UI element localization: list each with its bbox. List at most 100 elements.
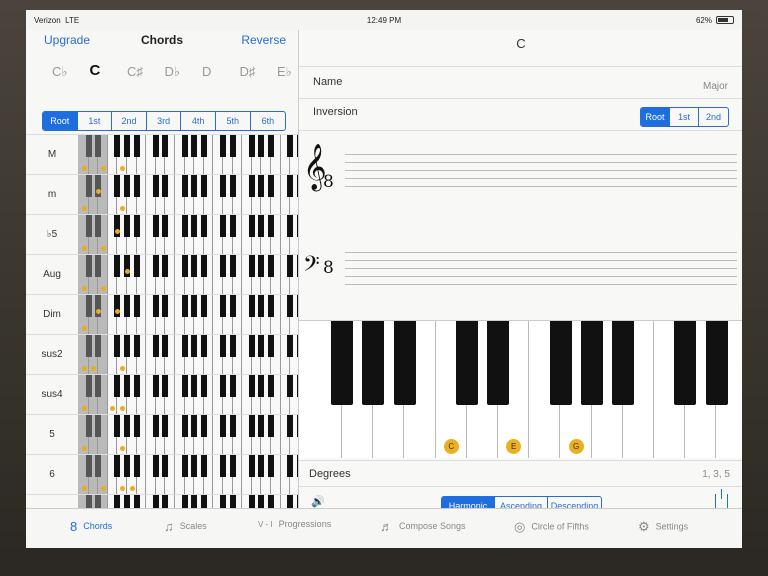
- bass-staff: [345, 252, 737, 292]
- black-key: [200, 415, 207, 437]
- black-key: [124, 455, 130, 477]
- note-option[interactable]: D: [202, 64, 211, 79]
- chord-row[interactable]: M: [26, 134, 298, 175]
- chord-row[interactable]: ♭5: [26, 214, 298, 255]
- note-dot: [81, 166, 87, 171]
- black-key: [268, 135, 274, 157]
- tab-settings[interactable]: ⚙ Settings: [638, 519, 688, 535]
- tab-circle-of-fifths[interactable]: ◎ Circle of Fifths: [514, 519, 589, 535]
- black-key: [133, 175, 140, 197]
- piano-keyboard[interactable]: CEG: [299, 320, 742, 458]
- black-key: [200, 495, 207, 508]
- piano-black-key[interactable]: [549, 321, 572, 405]
- mini-keyboard: [78, 175, 298, 215]
- segment-2nd[interactable]: 2nd: [112, 112, 147, 130]
- black-key: [85, 375, 92, 397]
- chord-row[interactable]: sus4: [26, 374, 298, 415]
- black-key: [220, 375, 226, 397]
- black-key: [200, 255, 207, 277]
- black-key: [220, 455, 226, 477]
- black-key: [258, 215, 265, 237]
- black-key: [181, 375, 188, 397]
- divider: [299, 66, 742, 67]
- bass-chord-notes: 8: [323, 258, 334, 278]
- reverse-button[interactable]: Reverse: [241, 33, 286, 47]
- segment-4th[interactable]: 4th: [181, 112, 216, 130]
- tab-compose-songs[interactable]: ♬ Compose Songs: [380, 519, 466, 534]
- note-option[interactable]: C♭: [52, 64, 68, 80]
- black-key: [114, 495, 121, 508]
- black-key: [229, 415, 236, 437]
- black-key: [229, 455, 236, 477]
- chord-row[interactable]: m6: [26, 494, 298, 508]
- segment-1st[interactable]: 1st: [670, 108, 699, 126]
- mini-keyboard: [78, 415, 298, 455]
- note-dot: [124, 269, 130, 274]
- black-key: [248, 175, 255, 197]
- divider: [299, 460, 742, 461]
- chord-row[interactable]: Dim: [26, 294, 298, 335]
- note-dot: [114, 229, 120, 234]
- black-key: [287, 455, 294, 477]
- piano-black-key[interactable]: [580, 321, 603, 405]
- black-key: [95, 215, 102, 237]
- piano-black-key[interactable]: [331, 321, 354, 405]
- black-key: [220, 175, 226, 197]
- segment-1st[interactable]: 1st: [78, 112, 113, 130]
- speaker-icon[interactable]: 🔊: [311, 495, 325, 508]
- note-option[interactable]: D♯: [240, 64, 256, 79]
- piano-black-key[interactable]: [674, 321, 697, 405]
- note-option[interactable]: C: [90, 62, 101, 79]
- root-note-picker: C♭ C C♯ D♭ D D♯ E♭: [26, 62, 298, 86]
- tab-scales[interactable]: ♫ Scales: [164, 519, 207, 534]
- piano-black-key[interactable]: [393, 321, 416, 405]
- black-key: [229, 215, 236, 237]
- note-dot: [100, 486, 106, 491]
- chord-list-pane: Upgrade Chords Reverse C♭ C C♯ D♭ D D♯ E♭ Root…: [26, 30, 298, 508]
- piano-black-key[interactable]: [705, 321, 728, 405]
- black-key: [229, 375, 236, 397]
- chord-row[interactable]: 5: [26, 414, 298, 455]
- black-key: [85, 495, 92, 508]
- note-option[interactable]: E♭: [277, 64, 292, 80]
- black-key: [124, 215, 130, 237]
- chord-row[interactable]: m: [26, 174, 298, 215]
- black-key: [287, 375, 294, 397]
- segment-root[interactable]: Root: [43, 112, 78, 130]
- piano-note-marker: C: [443, 439, 459, 454]
- navigation-bar: Upgrade Chords Reverse: [26, 30, 298, 58]
- inversion-selector: Root 1st 2nd: [640, 107, 729, 127]
- black-key: [268, 175, 274, 197]
- tab-chords[interactable]: 8 Chords: [70, 519, 112, 534]
- tab-label: Scales: [179, 520, 207, 531]
- mini-keyboard: [78, 255, 298, 295]
- note-dot: [100, 166, 106, 171]
- black-key: [85, 175, 92, 197]
- black-key: [124, 495, 130, 508]
- note-option[interactable]: C♯: [127, 64, 143, 79]
- note-option[interactable]: D♭: [165, 64, 181, 80]
- segment-root[interactable]: Root: [641, 108, 670, 126]
- chord-row[interactable]: sus2: [26, 334, 298, 375]
- piano-black-key[interactable]: [487, 321, 510, 405]
- segment-5th[interactable]: 5th: [216, 112, 251, 130]
- black-key: [258, 335, 265, 357]
- black-key: [95, 455, 102, 477]
- segment-3rd[interactable]: 3rd: [147, 112, 182, 130]
- chord-row[interactable]: Aug: [26, 254, 298, 295]
- share-icon[interactable]: [715, 489, 728, 509]
- piano-black-key[interactable]: [362, 321, 385, 405]
- black-key: [162, 215, 169, 237]
- piano-black-key[interactable]: [612, 321, 634, 405]
- tab-progressions[interactable]: V - I Progressions: [258, 519, 331, 529]
- black-key: [85, 215, 92, 237]
- segment-2nd[interactable]: 2nd: [699, 108, 728, 126]
- black-key: [229, 335, 236, 357]
- piano-black-key[interactable]: [456, 321, 478, 405]
- black-key: [95, 335, 102, 357]
- black-key: [181, 335, 188, 357]
- black-key: [85, 335, 92, 357]
- black-key: [124, 375, 130, 397]
- chord-row[interactable]: 6: [26, 454, 298, 495]
- segment-6th[interactable]: 6th: [251, 112, 286, 130]
